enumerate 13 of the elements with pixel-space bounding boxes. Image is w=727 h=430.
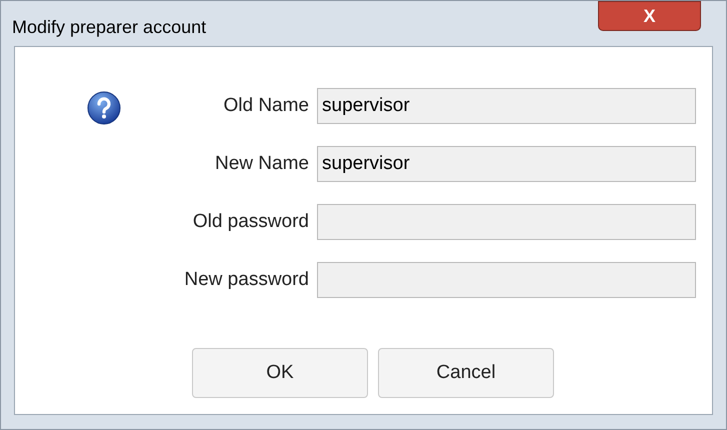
field-label: New Name [215, 152, 309, 176]
input-field[interactable]: supervisor [317, 146, 696, 182]
field-label: New password [184, 268, 309, 292]
close-button[interactable]: X [598, 1, 701, 31]
field-label: Old Name [223, 94, 309, 118]
dialog-button[interactable]: Cancel [378, 348, 554, 398]
field-label: Old password [192, 210, 309, 234]
input-field[interactable] [317, 262, 696, 298]
window-title: Modify preparer account [12, 16, 206, 39]
dialog-button[interactable]: OK [192, 348, 368, 398]
input-field[interactable] [317, 204, 696, 240]
question-icon [87, 91, 121, 125]
input-field[interactable]: supervisor [317, 88, 696, 124]
